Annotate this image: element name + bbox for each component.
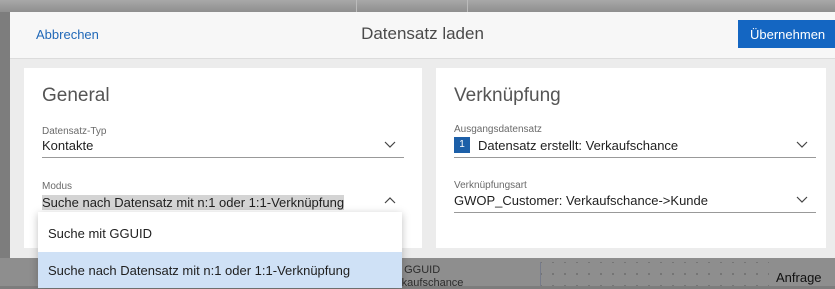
chevron-down-icon xyxy=(384,141,396,148)
general-heading: General xyxy=(42,85,110,106)
mode-select[interactable]: Suche nach Datensatz mit n:1 oder 1:1-Ve… xyxy=(42,192,404,214)
mode-option-gguid[interactable]: Suche mit GGUID xyxy=(38,215,402,251)
mode-dropdown-list: Suche mit GGUID Suche nach Datensatz mit… xyxy=(38,212,402,288)
source-record-label: Ausgangsdatensatz xyxy=(454,124,542,135)
option-label: Suche mit GGUID xyxy=(48,226,153,241)
record-type-select[interactable]: Kontakte xyxy=(42,135,404,158)
link-panel: Verknüpfung Ausgangsdatensatz 1 Datensat… xyxy=(436,68,826,248)
link-type-select[interactable]: GWOP_Customer: Verkaufschance->Kunde xyxy=(454,190,816,213)
option-label: Suche nach Datensatz mit n:1 oder 1:1-Ve… xyxy=(48,263,351,278)
apply-button[interactable]: Übernehmen xyxy=(738,20,835,48)
chevron-up-icon xyxy=(384,197,396,204)
link-heading: Verknüpfung xyxy=(454,85,561,106)
dialog-header: Datensatz laden Abbrechen Übernehmen xyxy=(10,12,835,59)
chevron-down-icon xyxy=(796,141,808,148)
mode-option-link-search[interactable]: Suche nach Datensatz mit n:1 oder 1:1-Ve… xyxy=(38,252,402,288)
source-record-badge: 1 xyxy=(454,137,470,153)
background-text: t GGUID xyxy=(398,264,441,276)
mode-value: Suche nach Datensatz mit n:1 oder 1:1-Ve… xyxy=(42,195,345,210)
cancel-button[interactable]: Abbrechen xyxy=(36,27,99,42)
chevron-down-icon xyxy=(796,196,808,203)
background-grid xyxy=(540,262,769,286)
background-anfrage-label: Anfrage xyxy=(776,270,822,285)
mode-label: Modus xyxy=(42,181,73,192)
source-record-select[interactable]: 1 Datensatz erstellt: Verkaufschance xyxy=(454,135,816,158)
record-type-value: Kontakte xyxy=(42,138,94,153)
background-app-toolbar xyxy=(0,0,835,12)
source-record-value: Datensatz erstellt: Verkaufschance xyxy=(478,138,679,153)
dialog-title: Datensatz laden xyxy=(361,24,484,43)
background-text: rkaufschance xyxy=(398,277,464,289)
link-type-value: GWOP_Customer: Verkaufschance->Kunde xyxy=(454,193,708,208)
